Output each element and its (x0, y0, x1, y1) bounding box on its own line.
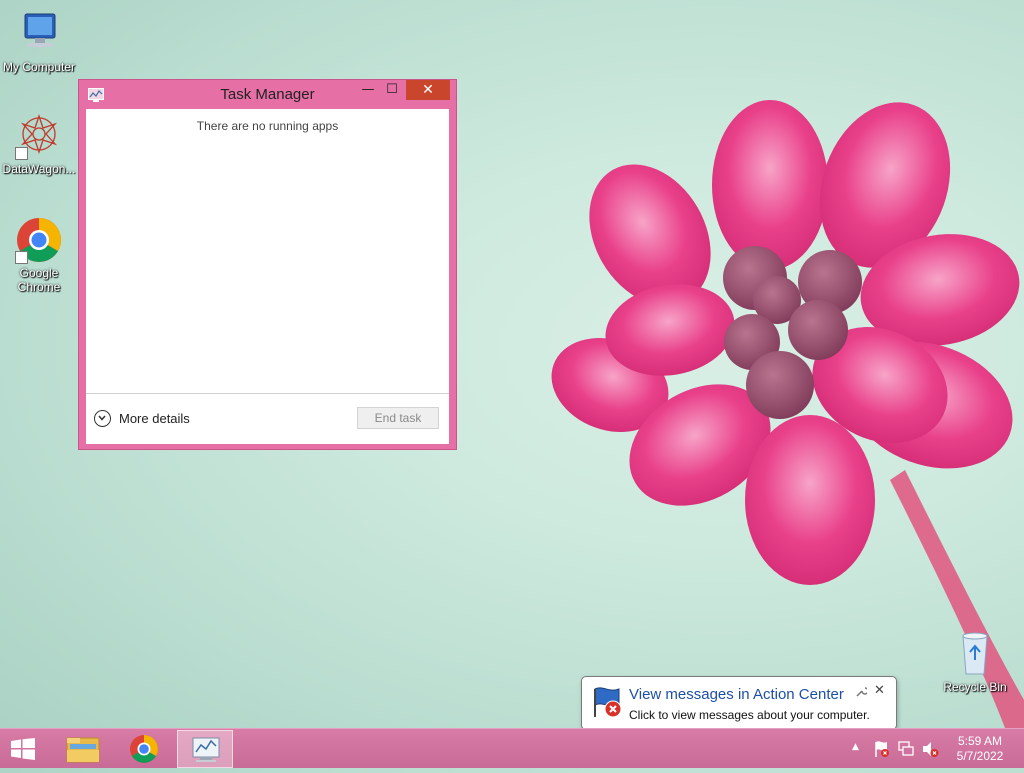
action-center-flag-icon (591, 685, 625, 719)
taskbar-google-chrome[interactable] (116, 730, 172, 768)
taskbar-file-explorer[interactable] (55, 730, 111, 768)
network-icon[interactable] (897, 740, 915, 758)
desktop-icon-label: My Computer (2, 60, 76, 74)
show-hidden-icons-button[interactable]: ▲ (852, 742, 859, 752)
desktop-icon-datawagon[interactable]: DataWagon... (1, 112, 77, 176)
taskbar-task-manager[interactable] (177, 730, 233, 768)
window-titlebar[interactable]: Task Manager — ☐ ✕ (79, 80, 456, 108)
no-apps-message: There are no running apps (196, 119, 339, 133)
shortcut-arrow-icon (15, 251, 28, 264)
clock-date: 5/7/2022 (956, 749, 1004, 763)
more-details-label: More details (119, 410, 190, 426)
close-button[interactable]: ✕ (406, 80, 450, 100)
datawagon-icon (15, 112, 63, 160)
desktop-icon-my-computer[interactable]: My Computer (1, 10, 77, 74)
notification-text: Click to view messages about your comput… (629, 708, 870, 722)
action-center-notification[interactable]: View messages in Action Center Click to … (581, 676, 897, 743)
chrome-icon (15, 216, 63, 264)
system-clock[interactable]: 5:59 AM 5/7/2022 (946, 734, 1014, 764)
task-manager-content: There are no running apps More details E… (86, 109, 449, 444)
end-task-button[interactable]: End task (357, 407, 439, 429)
desktop-icon-label: Recycle Bin (943, 680, 1007, 694)
notification-close-button[interactable]: ✕ (874, 683, 885, 698)
task-manager-footer: More details End task (86, 393, 449, 444)
more-details-toggle[interactable]: More details (94, 408, 190, 428)
clock-time: 5:59 AM (957, 734, 1003, 748)
shortcut-arrow-icon (15, 147, 28, 160)
minimize-button[interactable]: — (355, 80, 381, 100)
desktop-icon-label: Google Chrome (17, 266, 61, 294)
chrome-icon (130, 735, 158, 763)
action-center-tray-icon[interactable] (873, 740, 891, 758)
taskbar: ▲ 5:59 AM 5/7/2022 (0, 728, 1024, 768)
volume-muted-icon[interactable] (921, 740, 939, 758)
computer-icon (15, 10, 63, 58)
notification-title[interactable]: View messages in Action Center (629, 686, 844, 703)
desktop-icon-recycle-bin[interactable]: Recycle Bin (937, 630, 1013, 694)
task-manager-icon (192, 737, 220, 762)
desktop-icon-google-chrome[interactable]: Google Chrome (1, 216, 77, 294)
desktop-icon-label: DataWagon... (2, 162, 76, 176)
recycle-bin-icon (951, 630, 999, 678)
folder-icon (66, 737, 100, 763)
maximize-button[interactable]: ☐ (379, 80, 405, 100)
windows-logo-icon (11, 738, 35, 760)
start-button[interactable] (9, 738, 37, 760)
chevron-down-icon (94, 409, 111, 427)
task-manager-window: Task Manager — ☐ ✕ There are no running … (78, 79, 457, 450)
wrench-icon[interactable] (856, 686, 869, 700)
